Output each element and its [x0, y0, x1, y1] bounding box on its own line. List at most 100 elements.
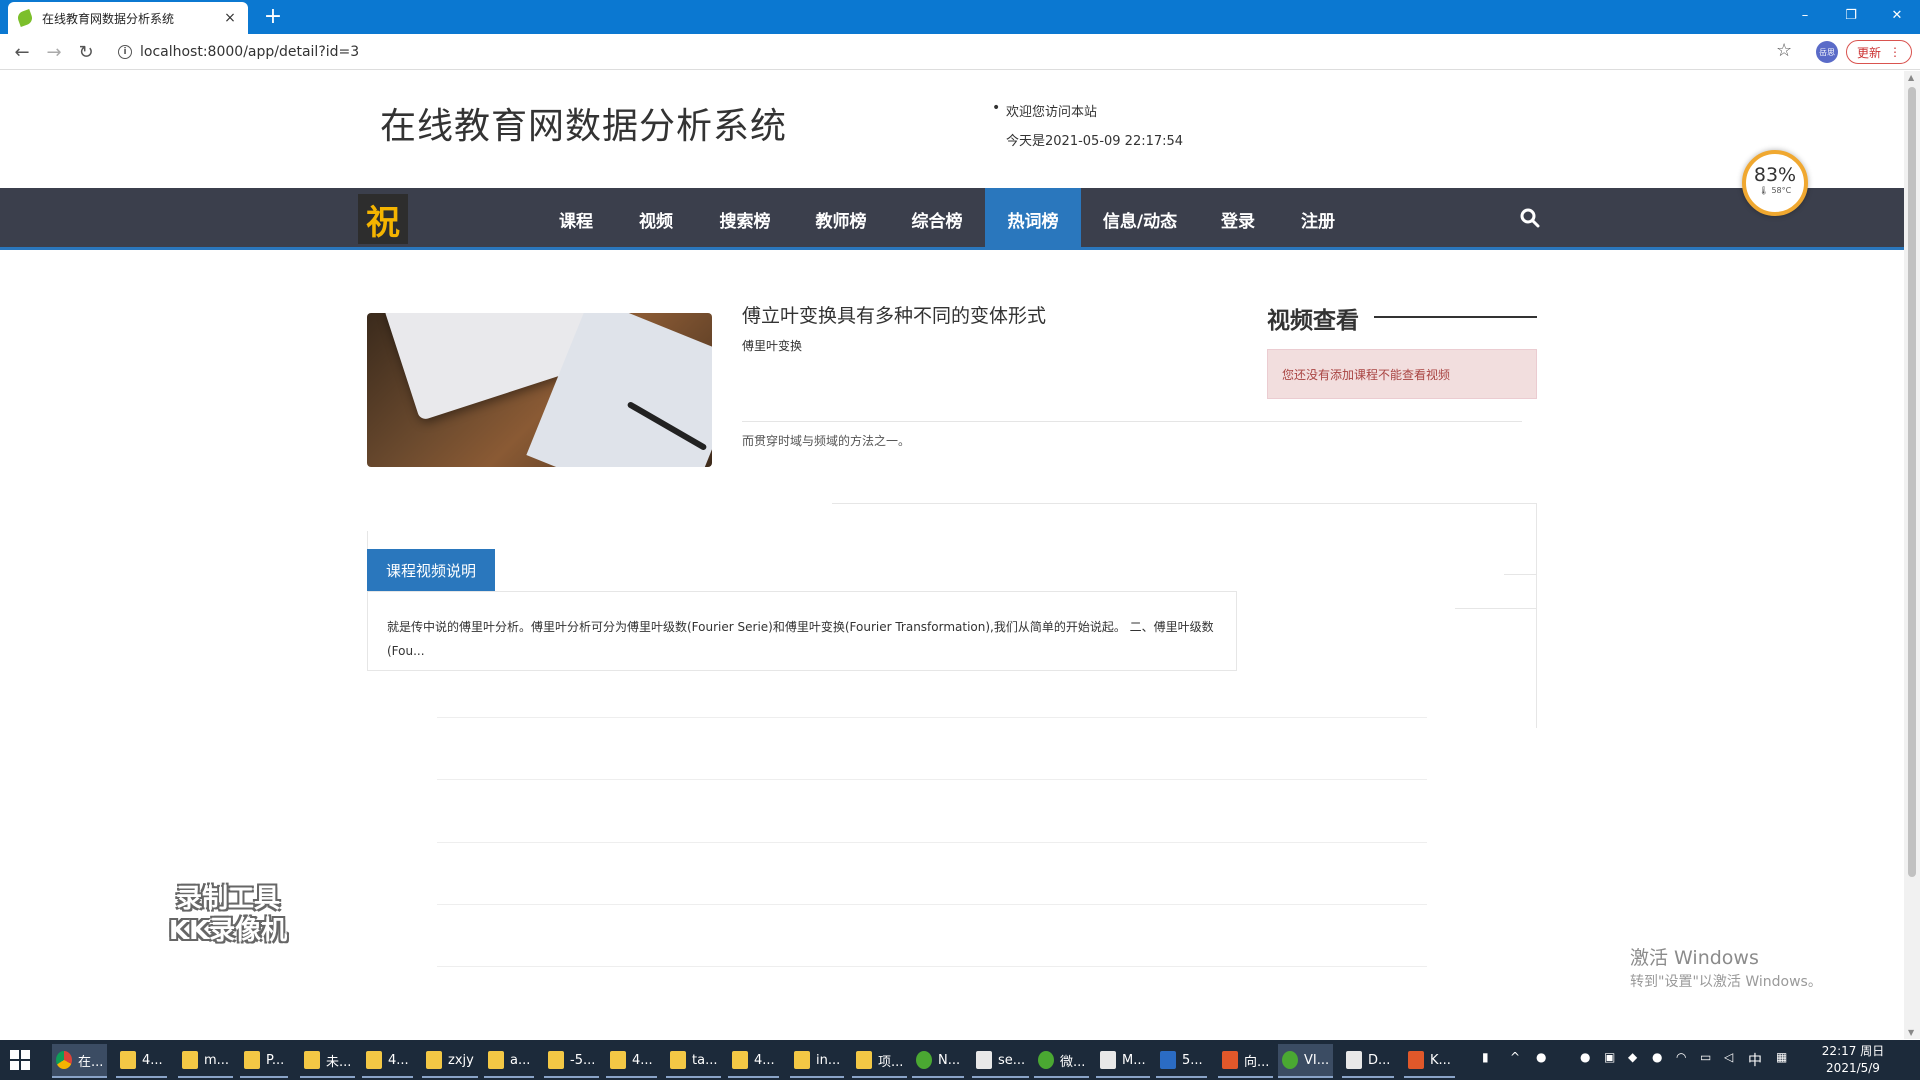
taskbar-item[interactable]: P...	[240, 1044, 289, 1078]
app-icon	[1282, 1051, 1298, 1069]
taskbar-item[interactable]: m...	[178, 1044, 234, 1078]
battery-icon[interactable]: ▮	[1482, 1050, 1489, 1064]
taskbar-label: 微...	[1060, 1054, 1086, 1070]
system-clock[interactable]: 22:17 周日 2021/5/9	[1818, 1043, 1888, 1077]
leaf-favicon-icon	[16, 9, 34, 27]
taskbar-item[interactable]: N...	[912, 1044, 965, 1078]
taskbar-item[interactable]: a...	[484, 1044, 535, 1078]
tray-app-icon[interactable]: ●	[1580, 1050, 1590, 1064]
main-navbar: 祝 课程 视频 搜索榜 教师榜 综合榜 热词榜 信息/动态 登录 注册	[0, 188, 1904, 250]
search-icon[interactable]	[1520, 208, 1540, 228]
app-icon	[1346, 1051, 1362, 1069]
taskbar-item[interactable]: zxjy	[422, 1044, 478, 1078]
site-logo[interactable]: 祝	[358, 194, 408, 244]
vscode-icon	[1160, 1051, 1176, 1069]
taskbar-item[interactable]: 4...	[116, 1044, 167, 1078]
taskbar-item[interactable]: 向...	[1218, 1044, 1274, 1078]
taskbar-item[interactable]: 5...	[1156, 1044, 1207, 1078]
taskbar-label: in...	[816, 1052, 841, 1068]
taskbar-label: VI...	[1304, 1052, 1330, 1068]
profile-avatar[interactable]: 岳思	[1816, 41, 1838, 63]
taskbar-label: -5...	[570, 1052, 596, 1068]
tray-app-icon[interactable]: ●	[1536, 1050, 1546, 1064]
scroll-thumb[interactable]	[1908, 87, 1916, 877]
tray-app-icon[interactable]: ◆	[1628, 1050, 1637, 1064]
taskbar-item[interactable]: 微...	[1034, 1044, 1090, 1078]
nav-item-login[interactable]: 登录	[1211, 188, 1265, 250]
taskbar-item[interactable]: VI...	[1278, 1044, 1334, 1078]
keyboard-icon[interactable]: ▦	[1776, 1050, 1787, 1064]
volume-icon[interactable]: ◁	[1724, 1050, 1733, 1064]
taskbar-item[interactable]: 项...	[852, 1044, 908, 1078]
new-tab-button[interactable]: +	[260, 4, 286, 30]
close-tab-icon[interactable]: ×	[222, 10, 238, 26]
browser-tab[interactable]: 在线教育网数据分析系统 ×	[8, 2, 248, 34]
taskbar-label: zxjy	[448, 1052, 474, 1068]
minimize-button[interactable]: –	[1782, 0, 1828, 30]
taskbar-item[interactable]: 4...	[362, 1044, 413, 1078]
chrome-icon	[56, 1051, 72, 1069]
info-icon[interactable]: i	[118, 45, 132, 59]
taskbar-item[interactable]: se...	[972, 1044, 1030, 1078]
windows-start-icon[interactable]	[10, 1050, 30, 1070]
taskbar-label: 项...	[878, 1054, 904, 1070]
more-vert-icon: ⋮	[1889, 45, 1901, 59]
course-category: 傅里叶变换	[742, 339, 803, 353]
taskbar-item[interactable]: 未...	[300, 1044, 356, 1078]
nav-item-teacher-rank[interactable]: 教师榜	[806, 188, 876, 250]
reload-icon[interactable]: ↻	[72, 38, 100, 66]
folder-icon	[732, 1051, 748, 1069]
browser-titlebar: 在线教育网数据分析系统 × + – ❐ ✕	[0, 0, 1920, 34]
folder-icon	[426, 1051, 442, 1069]
nav-item-courses[interactable]: 课程	[549, 188, 603, 250]
nav-item-videos[interactable]: 视频	[629, 188, 683, 250]
update-button[interactable]: 更新 ⋮	[1846, 40, 1912, 64]
folder-icon	[304, 1051, 320, 1069]
nav-item-register[interactable]: 注册	[1291, 188, 1345, 250]
taskbar-item[interactable]: D...	[1342, 1044, 1395, 1078]
chevron-up-icon[interactable]: ^	[1510, 1050, 1520, 1064]
nav-item-news[interactable]: 信息/动态	[1095, 188, 1185, 250]
divider	[1504, 574, 1537, 575]
taskbar-item[interactable]: K...	[1404, 1044, 1455, 1078]
no-course-alert: 您还没有添加课程不能查看视频	[1267, 349, 1537, 399]
page-scrollbar[interactable]: ▲ ▼	[1904, 71, 1920, 1039]
tab-course-video-description[interactable]: 课程视频说明	[367, 549, 495, 591]
nav-item-overall-rank[interactable]: 综合榜	[902, 188, 972, 250]
bookmark-star-icon[interactable]: ☆	[1776, 40, 1792, 61]
folder-icon	[488, 1051, 504, 1069]
taskbar-item[interactable]: 4...	[728, 1044, 779, 1078]
scroll-up-arrow-icon[interactable]: ▲	[1908, 73, 1916, 82]
current-datetime: 今天是2021-05-09 22:17:54	[1006, 134, 1184, 149]
taskbar-item[interactable]: 4...	[606, 1044, 657, 1078]
tray-app-icon[interactable]: ▣	[1604, 1050, 1615, 1064]
scroll-down-arrow-icon[interactable]: ▼	[1908, 1028, 1916, 1037]
address-bar[interactable]: i localhost:8000/app/detail?id=3	[110, 38, 1790, 66]
taskbar-item[interactable]: M...	[1096, 1044, 1150, 1078]
restore-button[interactable]: ❐	[1828, 0, 1874, 30]
close-window-button[interactable]: ✕	[1874, 0, 1920, 30]
taskbar-item[interactable]: ta...	[666, 1044, 722, 1078]
nav-item-hotword-rank[interactable]: 热词榜	[985, 188, 1081, 250]
activate-windows-title: 激活 Windows	[1630, 947, 1759, 969]
windows-taskbar: 在... 4... m... P... 未... 4... zxjy a... …	[0, 1040, 1920, 1080]
taskbar-item[interactable]: in...	[790, 1044, 845, 1078]
network-icon[interactable]: ▭	[1700, 1050, 1711, 1064]
clock-date: 2021/5/9	[1826, 1061, 1880, 1075]
wifi-icon[interactable]: ◠	[1676, 1050, 1686, 1064]
nav-item-search-rank[interactable]: 搜索榜	[710, 188, 780, 250]
forward-arrow-icon[interactable]: →	[40, 38, 68, 66]
taskbar-item[interactable]: -5...	[544, 1044, 600, 1078]
folder-icon	[120, 1051, 136, 1069]
taskbar-label: 在...	[78, 1054, 104, 1070]
ime-indicator[interactable]: 中	[1748, 1050, 1762, 1070]
taskbar-label: 4...	[388, 1052, 409, 1068]
activate-windows-hint: 转到"设置"以激活 Windows。	[1630, 974, 1822, 990]
cpu-temp-widget[interactable]: 83% 🌡 58°C	[1742, 150, 1808, 216]
back-arrow-icon[interactable]: ←	[8, 38, 36, 66]
heading-rule	[1374, 316, 1537, 318]
course-description: 而贯穿时域与频域的方法之一。	[742, 434, 911, 448]
wechat-tray-icon[interactable]: ●	[1652, 1050, 1662, 1064]
taskbar-item[interactable]: 在...	[52, 1044, 108, 1078]
folder-icon	[548, 1051, 564, 1069]
